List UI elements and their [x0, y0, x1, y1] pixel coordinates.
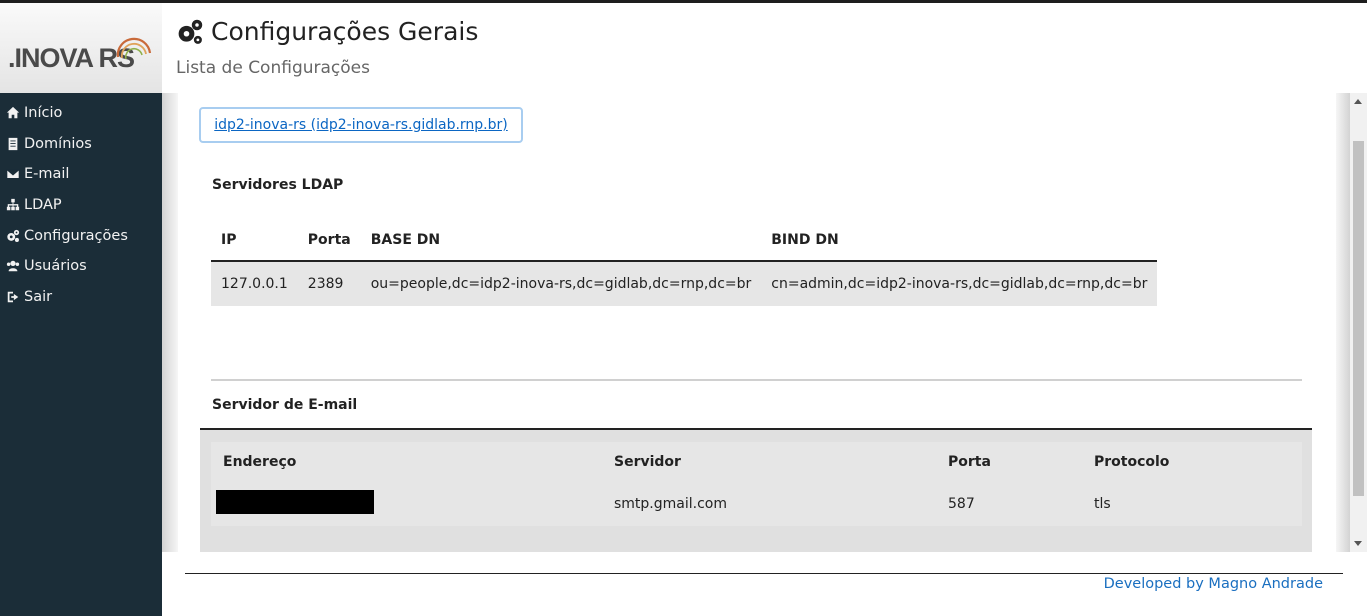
sidebar-item-label: Início — [24, 105, 63, 122]
email-address-cell — [211, 482, 602, 526]
email-table: Endereço Servidor Porta Protocolo smtp.g… — [211, 442, 1302, 526]
sidebar-item-usuarios[interactable]: Usuários — [0, 251, 162, 282]
column-header-base-dn: BASE DN — [360, 220, 762, 262]
sidebar-item-label: LDAP — [24, 197, 62, 214]
sitemap-icon — [6, 198, 20, 211]
content-scrollbar[interactable] — [1350, 93, 1367, 552]
table-row: smtp.gmail.com 587 tls — [211, 482, 1302, 526]
email-protocol-cell: tls — [1082, 482, 1302, 526]
config-card: idp2-inova-rs (idp2-inova-rs.gidlab.rnp.… — [178, 93, 1336, 552]
sidebar-nav: Início Domínios E-mail LDAP Configuraçõe… — [0, 98, 162, 312]
column-header-protocolo: Protocolo — [1082, 442, 1302, 482]
domain-tab[interactable]: idp2-inova-rs (idp2-inova-rs.gidlab.rnp.… — [199, 107, 523, 143]
sidebar-item-dominios[interactable]: Domínios — [0, 129, 162, 160]
email-table-panel: Endereço Servidor Porta Protocolo smtp.g… — [200, 428, 1312, 552]
column-header-porta: Porta — [297, 220, 361, 262]
page-title-text: Configurações Gerais — [211, 17, 479, 46]
ldap-table: IP Porta BASE DN BIND DN 127.0.0.1 2389 … — [211, 220, 1158, 306]
sidebar-item-email[interactable]: E-mail — [0, 159, 162, 190]
ldap-bind-dn-cell: cn=admin,dc=idp2-inova-rs,dc=gidlab,dc=r… — [761, 261, 1158, 306]
redacted-address — [216, 490, 374, 514]
envelope-icon — [6, 169, 20, 180]
ldap-section-title: Servidores LDAP — [212, 177, 344, 193]
ldap-port-cell: 2389 — [297, 261, 361, 306]
scroll-thumb[interactable] — [1353, 141, 1364, 496]
ldap-base-dn-cell: ou=people,dc=idp2-inova-rs,dc=gidlab,dc=… — [360, 261, 762, 306]
book-icon — [8, 137, 18, 151]
sidebar-item-label: Configurações — [24, 227, 128, 244]
content-shadow-left — [162, 93, 178, 552]
email-server-cell: smtp.gmail.com — [602, 482, 936, 526]
table-row: 127.0.0.1 2389 ou=people,dc=idp2-inova-r… — [211, 261, 1158, 306]
email-port-cell: 587 — [936, 482, 1082, 526]
gears-icon — [7, 229, 20, 242]
footer-divider — [185, 573, 1343, 574]
column-header-ip: IP — [211, 220, 298, 262]
home-icon — [6, 107, 20, 119]
users-icon — [6, 261, 20, 272]
sidebar-item-inicio[interactable]: Início — [0, 98, 162, 129]
sidebar-item-label: E-mail — [24, 166, 70, 183]
sidebar-item-label: Domínios — [24, 135, 92, 152]
sidebar-item-label: Usuários — [24, 258, 87, 275]
sidebar: .INOVA RS Início Domínios E-mail LDAP Co… — [0, 3, 162, 616]
page-subtitle: Lista de Configurações — [176, 58, 370, 78]
column-header-porta: Porta — [936, 442, 1082, 482]
scroll-up-arrow-icon[interactable] — [1354, 99, 1362, 104]
scroll-down-arrow-icon[interactable] — [1354, 541, 1362, 546]
section-divider — [211, 379, 1302, 381]
ldap-table-header: IP Porta BASE DN BIND DN — [211, 220, 1158, 262]
sidebar-item-sair[interactable]: Sair — [0, 282, 162, 313]
page-title: Configurações Gerais — [176, 17, 478, 46]
ldap-ip-cell: 127.0.0.1 — [211, 261, 298, 306]
logo-swoosh-icon — [116, 37, 152, 60]
gears-icon — [178, 19, 203, 44]
column-header-endereco: Endereço — [211, 442, 602, 482]
sidebar-item-configuracoes[interactable]: Configurações — [0, 220, 162, 251]
content-shadow-right — [1336, 93, 1350, 552]
email-table-header: Endereço Servidor Porta Protocolo — [211, 442, 1302, 482]
column-header-bind-dn: BIND DN — [761, 220, 1158, 262]
page-header: Configurações Gerais Lista de Configuraç… — [162, 3, 1367, 93]
sidebar-item-label: Sair — [24, 288, 53, 305]
sidebar-item-ldap[interactable]: LDAP — [0, 190, 162, 221]
logo[interactable]: .INOVA RS — [0, 3, 162, 93]
content-frame: idp2-inova-rs (idp2-inova-rs.gidlab.rnp.… — [162, 93, 1350, 552]
sign-out-icon — [7, 291, 19, 303]
email-section-title: Servidor de E-mail — [212, 397, 358, 413]
column-header-servidor: Servidor — [602, 442, 936, 482]
footer-credit-link[interactable]: Developed by Magno Andrade — [1104, 576, 1323, 592]
